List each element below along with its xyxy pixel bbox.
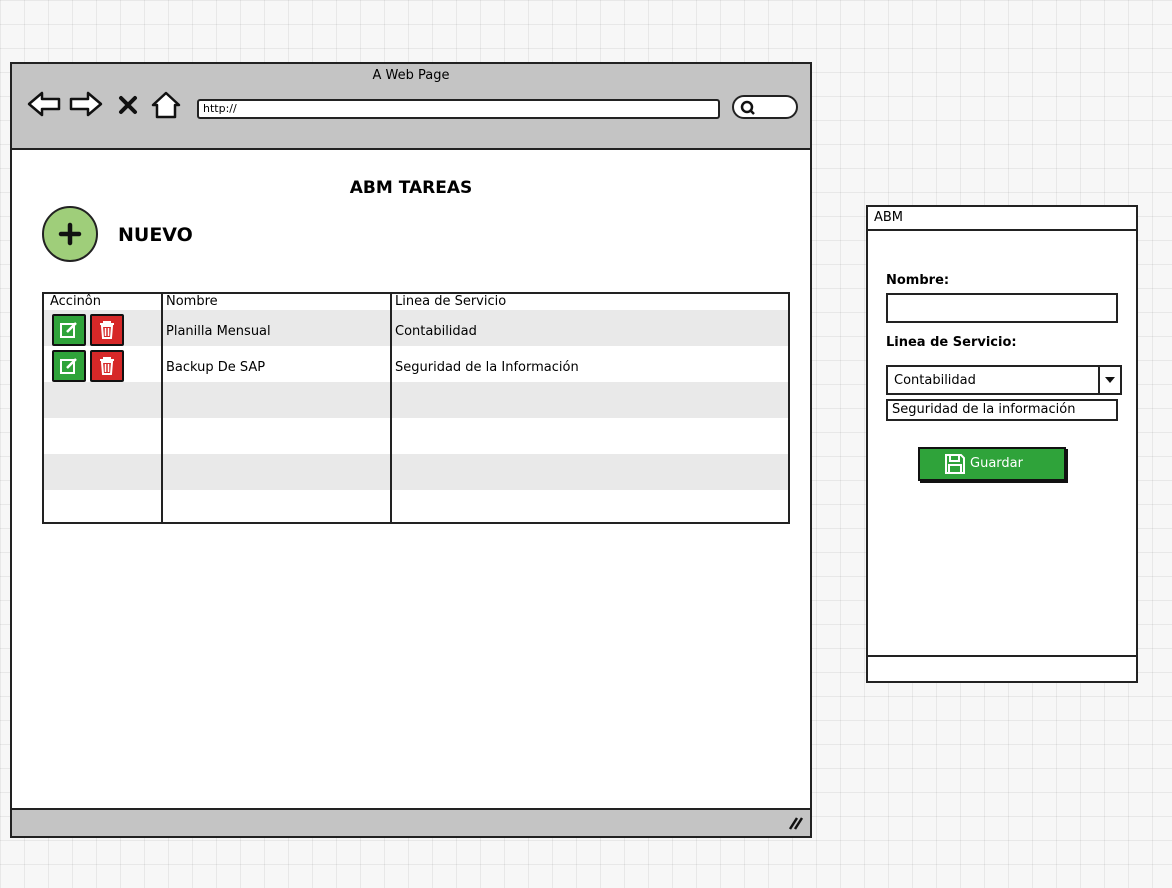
home-icon[interactable] xyxy=(150,90,182,120)
edit-button[interactable] xyxy=(52,314,86,346)
column-header-action: Accinôn xyxy=(50,294,102,309)
name-label: Nombre: xyxy=(886,273,950,288)
abm-title: ABM xyxy=(868,207,1136,231)
forward-arrow-icon[interactable] xyxy=(68,90,104,118)
search-icon xyxy=(740,100,755,115)
service-line-selected: Contabilidad xyxy=(894,373,976,388)
row-service-line: Contabilidad xyxy=(395,324,477,339)
url-input[interactable]: http:// xyxy=(197,99,720,119)
service-line-select[interactable]: Contabilidad xyxy=(886,365,1122,395)
floppy-disk-icon xyxy=(945,454,965,474)
page-title: ABM TAREAS xyxy=(349,178,473,198)
dropdown-toggle[interactable] xyxy=(1098,367,1120,393)
window-title: A Web Page xyxy=(372,68,450,83)
delete-button[interactable] xyxy=(90,350,124,382)
new-label: NUEVO xyxy=(118,224,193,246)
chevron-down-icon xyxy=(1105,377,1115,383)
add-new-button[interactable] xyxy=(42,206,98,262)
task-table: Accinôn Nombre Linea de Servicio Planill… xyxy=(42,292,790,524)
row-service-line: Seguridad de la Información xyxy=(395,360,579,375)
edit-button[interactable] xyxy=(52,350,86,382)
close-icon[interactable] xyxy=(118,95,138,115)
trash-icon xyxy=(100,321,114,339)
plus-icon xyxy=(58,222,82,246)
browser-toolbar: A Web Page http:// xyxy=(12,64,810,150)
column-divider xyxy=(390,294,392,522)
row-name: Planilla Mensual xyxy=(166,324,271,339)
abm-window: ABM Nombre: Linea de Servicio: Contabili… xyxy=(866,205,1138,683)
back-arrow-icon[interactable] xyxy=(26,90,62,118)
service-line-option[interactable]: Seguridad de la información xyxy=(886,399,1118,421)
status-bar xyxy=(12,808,810,836)
table-row-band xyxy=(44,454,788,490)
name-input[interactable] xyxy=(886,293,1118,323)
save-button[interactable]: Guardar xyxy=(918,447,1066,481)
edit-icon xyxy=(60,358,77,374)
column-header-service-line: Linea de Servicio xyxy=(395,294,507,309)
column-header-name: Nombre xyxy=(166,294,218,309)
resize-grip-icon[interactable] xyxy=(788,816,804,830)
trash-icon xyxy=(100,357,114,375)
row-name: Backup De SAP xyxy=(166,360,266,375)
service-line-label: Linea de Servicio: xyxy=(886,335,1017,350)
abm-footer xyxy=(868,655,1136,681)
edit-icon xyxy=(60,322,77,338)
search-box[interactable] xyxy=(732,95,798,119)
browser-window: A Web Page http:// ABM TAREAS NUEVO Acci… xyxy=(10,62,812,838)
save-label: Guardar xyxy=(970,456,1023,471)
delete-button[interactable] xyxy=(90,314,124,346)
table-row-band xyxy=(44,382,788,418)
column-divider xyxy=(161,294,163,522)
